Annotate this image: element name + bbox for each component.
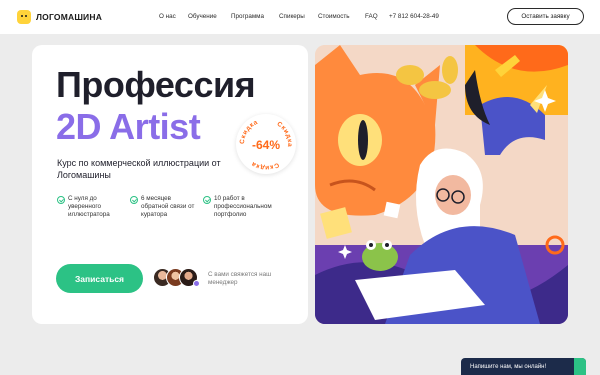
nav-phone[interactable]: +7 812 604-28-49 xyxy=(389,13,439,20)
hero-subtitle: Курс по коммерческой иллюстрации от Лого… xyxy=(57,158,221,180)
chat-widget[interactable]: Напишите нам, мы онлайн! xyxy=(461,358,586,375)
online-badge xyxy=(193,280,200,287)
chat-label: Напишите нам, мы онлайн! xyxy=(470,363,547,370)
manager-contact-text: С вами свяжется наш менеджер xyxy=(208,271,272,286)
hero-title-line2: 2D Artist xyxy=(56,106,201,147)
discount-percent: -64% xyxy=(251,138,280,152)
feature-item: 10 работ в профессиональном портфолио xyxy=(203,195,272,219)
hero-card: Профессия 2D Artist Курс по коммерческой… xyxy=(32,45,308,324)
svg-text:Скидка: Скидка xyxy=(250,160,280,171)
hero-illustration xyxy=(315,45,568,324)
nav-about[interactable]: О нас xyxy=(159,13,176,20)
nav-faq[interactable]: FAQ xyxy=(365,13,378,20)
illustration-image xyxy=(315,45,568,324)
signup-button[interactable]: Записаться xyxy=(56,264,143,293)
feature-text: 10 работ в профессиональном портфолио xyxy=(214,195,272,218)
feature-item: 6 месяцев обратной связи от куратора xyxy=(130,195,199,219)
feature-list: С нуля до уверенного иллюстратора 6 меся… xyxy=(57,195,297,235)
chat-status-icon xyxy=(574,358,586,375)
header: ЛОГОМАШИНА О нас Обучение Программа Спик… xyxy=(0,0,600,34)
hero-title-line1: Профессия xyxy=(56,64,256,105)
feature-item: С нуля до уверенного иллюстратора xyxy=(57,195,126,219)
feature-text: 6 месяцев обратной связи от куратора xyxy=(141,195,195,218)
leave-request-button[interactable]: Оставить заявку xyxy=(507,8,584,25)
check-icon xyxy=(203,196,211,204)
manager-avatars xyxy=(153,268,203,288)
nav-price[interactable]: Стоимость xyxy=(318,13,350,20)
nav-training[interactable]: Обучение xyxy=(188,13,217,20)
check-icon xyxy=(130,196,138,204)
logo[interactable]: ЛОГОМАШИНА xyxy=(17,10,102,24)
check-icon xyxy=(57,196,65,204)
discount-badge: Скидка Скидка Скидка -64% xyxy=(236,114,296,174)
feature-text: С нуля до уверенного иллюстратора xyxy=(68,195,110,218)
logo-icon xyxy=(17,10,31,24)
nav-speakers[interactable]: Спикеры xyxy=(279,13,305,20)
logo-text: ЛОГОМАШИНА xyxy=(36,12,103,22)
nav-program[interactable]: Программа xyxy=(231,13,264,20)
